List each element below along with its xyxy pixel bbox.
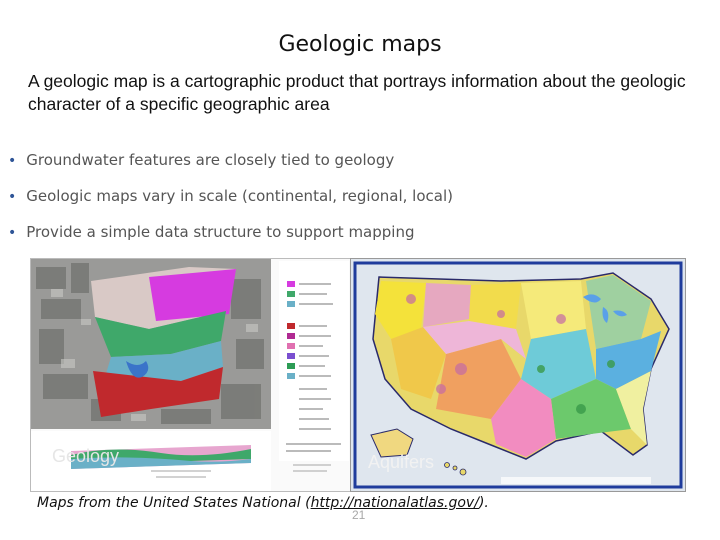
bullet-icon: • xyxy=(8,189,17,205)
intro-paragraph: A geologic map is a cartographic product… xyxy=(28,71,686,114)
aquifers-label: Aquifers xyxy=(368,452,435,472)
caption-suffix: ). xyxy=(478,495,489,511)
national-atlas-link[interactable]: http://nationalatlas.gov/ xyxy=(311,495,479,511)
caption-prefix: Maps from the United States National ( xyxy=(37,495,311,511)
bullet-item: • Geologic maps vary in scale (continenta… xyxy=(8,186,453,222)
bullet-icon: • xyxy=(8,225,17,241)
bullet-text: Geologic maps vary in scale (continental… xyxy=(26,187,453,205)
image-caption: Maps from the United States National (ht… xyxy=(37,495,489,511)
bullet-item: • Provide a simple data structure to supp… xyxy=(8,222,453,258)
bullet-item: • Groundwater features are closely tied t… xyxy=(8,150,453,186)
bullet-text: Provide a simple data structure to suppo… xyxy=(26,223,415,241)
geology-label: Geology xyxy=(52,446,120,466)
bullet-icon: • xyxy=(8,153,17,169)
bullet-text: Groundwater features are closely tied to… xyxy=(26,151,395,169)
bullet-list: • Groundwater features are closely tied t… xyxy=(8,150,453,258)
page-number: 21 xyxy=(352,508,366,522)
slide-title: Geologic maps xyxy=(278,32,442,57)
